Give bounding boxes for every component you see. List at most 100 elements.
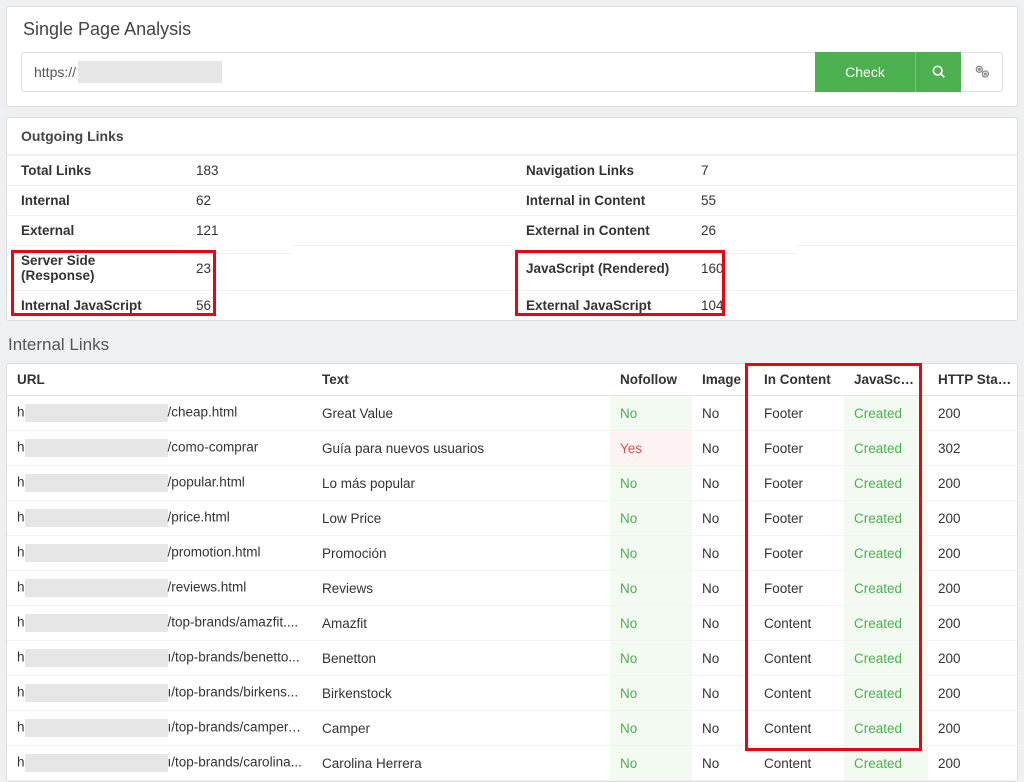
url-cell[interactable]: h/price.html bbox=[7, 501, 312, 536]
text-cell: Reviews bbox=[312, 571, 610, 606]
http-status-cell: 200 bbox=[928, 571, 1024, 606]
redaction-mask bbox=[25, 719, 168, 737]
redaction-mask bbox=[25, 614, 168, 632]
table-row[interactable]: h/popular.htmlLo más popularNoNoFooterCr… bbox=[7, 466, 1024, 501]
url-cell[interactable]: h/promotion.html bbox=[7, 536, 312, 571]
url-cell[interactable]: h/popular.html bbox=[7, 466, 312, 501]
in-content-cell: Content bbox=[754, 711, 844, 746]
url-cell[interactable]: hı/top-brands/carolina... bbox=[7, 746, 312, 781]
image-cell: No bbox=[692, 466, 754, 501]
http-status-cell: 200 bbox=[928, 536, 1024, 571]
in-content-cell: Content bbox=[754, 606, 844, 641]
column-header[interactable]: Text bbox=[312, 364, 610, 396]
table-body: h/cheap.htmlGreat ValueNoNoFooterCreated… bbox=[7, 396, 1024, 781]
url-bar: Check bbox=[21, 52, 1003, 92]
in-content-cell: Footer bbox=[754, 466, 844, 501]
in-content-cell: Footer bbox=[754, 536, 844, 571]
http-status-cell: 200 bbox=[928, 746, 1024, 781]
image-cell: No bbox=[692, 536, 754, 571]
stat-value: 160 bbox=[687, 253, 797, 283]
settings-button[interactable] bbox=[961, 52, 1003, 92]
nofollow-cell: No bbox=[610, 676, 692, 711]
javascript-cell: Created bbox=[844, 676, 928, 711]
outgoing-links-panel: Outgoing Links Total Links183Navigation … bbox=[6, 117, 1018, 321]
in-content-cell: Footer bbox=[754, 431, 844, 466]
stat-value: 62 bbox=[182, 185, 292, 215]
javascript-cell: Created bbox=[844, 606, 928, 641]
column-header[interactable]: JavaScript bbox=[844, 364, 928, 396]
url-input[interactable] bbox=[21, 52, 815, 92]
image-cell: No bbox=[692, 641, 754, 676]
javascript-cell: Created bbox=[844, 571, 928, 606]
image-cell: No bbox=[692, 396, 754, 431]
column-header[interactable]: URL bbox=[7, 364, 312, 396]
redaction-mask bbox=[25, 754, 168, 772]
url-cell[interactable]: hı/top-brands/camper.... bbox=[7, 711, 312, 746]
javascript-cell: Created bbox=[844, 641, 928, 676]
outgoing-links-title: Outgoing Links bbox=[7, 118, 1017, 155]
stat-label: Internal in Content bbox=[512, 185, 687, 215]
stat-label: Total Links bbox=[7, 155, 182, 185]
nofollow-cell: Yes bbox=[610, 431, 692, 466]
single-page-analysis-panel: Single Page Analysis Check bbox=[6, 6, 1018, 107]
table-header-row: URLTextNofollowImageIn ContentJavaScript… bbox=[7, 364, 1024, 396]
javascript-cell: Created bbox=[844, 431, 928, 466]
column-header[interactable]: Image bbox=[692, 364, 754, 396]
table-row[interactable]: h/como-comprarGuía para nuevos usuariosY… bbox=[7, 431, 1024, 466]
image-cell: No bbox=[692, 606, 754, 641]
stat-label: Internal JavaScript bbox=[7, 290, 182, 320]
http-status-cell: 200 bbox=[928, 641, 1024, 676]
image-cell: No bbox=[692, 501, 754, 536]
table-row[interactable]: hı/top-brands/carolina...Carolina Herrer… bbox=[7, 746, 1024, 781]
in-content-cell: Content bbox=[754, 746, 844, 781]
stat-value: 7 bbox=[687, 155, 797, 185]
javascript-cell: Created bbox=[844, 501, 928, 536]
http-status-cell: 200 bbox=[928, 606, 1024, 641]
table-row[interactable]: hı/top-brands/benetto...BenettonNoNoCont… bbox=[7, 641, 1024, 676]
http-status-cell: 200 bbox=[928, 396, 1024, 431]
image-cell: No bbox=[692, 746, 754, 781]
text-cell: Promoción bbox=[312, 536, 610, 571]
text-cell: Birkenstock bbox=[312, 676, 610, 711]
column-header[interactable]: HTTP Status bbox=[928, 364, 1024, 396]
url-cell[interactable]: hı/top-brands/birkens... bbox=[7, 676, 312, 711]
table-row[interactable]: h/cheap.htmlGreat ValueNoNoFooterCreated… bbox=[7, 396, 1024, 431]
redaction-mask bbox=[25, 684, 168, 702]
nofollow-cell: No bbox=[610, 501, 692, 536]
column-header[interactable]: In Content bbox=[754, 364, 844, 396]
redaction-mask bbox=[25, 509, 168, 527]
http-status-cell: 200 bbox=[928, 676, 1024, 711]
table-row[interactable]: h/reviews.htmlReviewsNoNoFooterCreated20… bbox=[7, 571, 1024, 606]
url-cell[interactable]: hı/top-brands/benetto... bbox=[7, 641, 312, 676]
stat-label: Navigation Links bbox=[512, 155, 687, 185]
url-cell[interactable]: h/cheap.html bbox=[7, 396, 312, 431]
url-cell[interactable]: h/reviews.html bbox=[7, 571, 312, 606]
nofollow-cell: No bbox=[610, 641, 692, 676]
text-cell: Low Price bbox=[312, 501, 610, 536]
internal-links-panel: URLTextNofollowImageIn ContentJavaScript… bbox=[6, 363, 1018, 782]
table-row[interactable]: h/price.htmlLow PriceNoNoFooterCreated20… bbox=[7, 501, 1024, 536]
table-row[interactable]: hı/top-brands/birkens...BirkenstockNoNoC… bbox=[7, 676, 1024, 711]
column-header[interactable]: Nofollow bbox=[610, 364, 692, 396]
in-content-cell: Footer bbox=[754, 396, 844, 431]
table-row[interactable]: hı/top-brands/camper....CamperNoNoConten… bbox=[7, 711, 1024, 746]
search-button[interactable] bbox=[915, 52, 961, 92]
nofollow-cell: No bbox=[610, 711, 692, 746]
text-cell: Amazfit bbox=[312, 606, 610, 641]
url-cell[interactable]: h/como-comprar bbox=[7, 431, 312, 466]
stat-value: 104 bbox=[687, 290, 797, 320]
redaction-mask bbox=[25, 474, 168, 492]
table-row[interactable]: h/top-brands/amazfit....AmazfitNoNoConte… bbox=[7, 606, 1024, 641]
nofollow-cell: No bbox=[610, 466, 692, 501]
http-status-cell: 302 bbox=[928, 431, 1024, 466]
table-row[interactable]: h/promotion.htmlPromociónNoNoFooterCreat… bbox=[7, 536, 1024, 571]
javascript-cell: Created bbox=[844, 466, 928, 501]
stat-value: 26 bbox=[687, 215, 797, 245]
outgoing-links-stats: Total Links183Navigation Links7Internal6… bbox=[7, 155, 1017, 320]
redaction-mask bbox=[25, 439, 168, 457]
url-cell[interactable]: h/top-brands/amazfit.... bbox=[7, 606, 312, 641]
nofollow-cell: No bbox=[610, 396, 692, 431]
check-button[interactable]: Check bbox=[815, 52, 915, 92]
nofollow-cell: No bbox=[610, 571, 692, 606]
internal-links-title: Internal Links bbox=[8, 335, 1018, 355]
